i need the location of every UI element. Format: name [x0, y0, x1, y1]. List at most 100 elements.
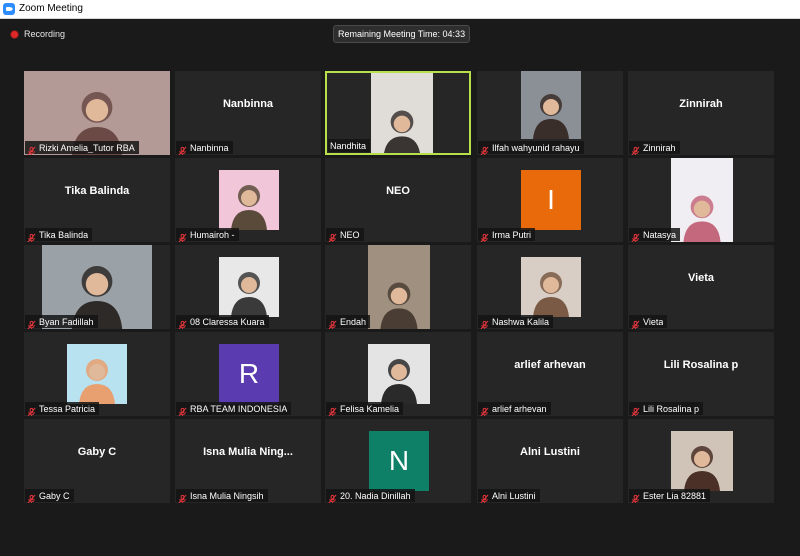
participant-name-label: Nashwa Kalila — [478, 315, 554, 329]
participant-name: Lili Rosalina p — [643, 403, 700, 414]
participant-name: Endah — [340, 316, 367, 327]
participant-tile[interactable]: Nashwa Kalila — [477, 245, 623, 329]
participant-tile[interactable]: arlief arhevan arlief arhevan — [477, 332, 623, 416]
participant-tile[interactable]: Endah — [325, 245, 471, 329]
muted-microphone-icon — [631, 491, 640, 503]
participant-name-label: Nandhita — [328, 139, 371, 152]
participant-name: Gaby C — [39, 490, 70, 501]
participant-tile[interactable]: I Irma Putri — [477, 158, 623, 242]
remaining-time-badge: Remaining Meeting Time: 04:33 — [333, 25, 471, 43]
participant-name-label: Felisa Kamelia — [326, 402, 404, 416]
participant-name-label: NEO — [326, 228, 364, 242]
participant-name-label: Isna Mulia Ningsih — [176, 489, 268, 503]
participant-tile[interactable]: Isna Mulia Ning... Isna Mulia Ningsih — [175, 419, 321, 503]
participant-name: Byan Fadillah — [39, 316, 94, 327]
participant-tile[interactable]: 08 Claressa Kuara — [175, 245, 321, 329]
participant-tile[interactable]: Natasya — [628, 158, 774, 242]
participant-name: Tika Balinda — [39, 229, 89, 240]
participant-name-label: Ester Lia 82881 — [629, 489, 711, 503]
participant-name: Irma Putri — [492, 229, 532, 240]
participant-tile[interactable]: N 20. Nadia Dinillah — [325, 419, 471, 503]
participant-tile[interactable]: Tessa Patricia — [24, 332, 170, 416]
participant-name-label: Tessa Patricia — [25, 402, 100, 416]
participant-tile[interactable]: Tika Balinda Tika Balinda — [24, 158, 170, 242]
participant-name-label: RBA TEAM INDONESIA — [176, 402, 292, 416]
muted-microphone-icon — [631, 230, 640, 242]
participant-display-name: Isna Mulia Ning... — [203, 446, 293, 458]
participant-name: 20. Nadia Dinillah — [340, 490, 411, 501]
participant-initial-avatar: I — [521, 170, 581, 230]
muted-microphone-icon — [631, 404, 640, 416]
participant-name-label: Rizki Amelia_Tutor RBA — [25, 141, 139, 155]
participant-tile[interactable]: Ilfah wahyunid rahayu — [477, 71, 623, 155]
participant-tile[interactable]: Lili Rosalina p Lili Rosalina p — [628, 332, 774, 416]
participant-tile[interactable]: R RBA TEAM INDONESIA — [175, 332, 321, 416]
participant-profile-picture — [671, 158, 733, 242]
participant-display-name: arlief arhevan — [514, 359, 586, 371]
participant-tile[interactable]: Nandhita — [325, 71, 471, 155]
participant-name-label: Ilfah wahyunid rahayu — [478, 141, 584, 155]
participant-tile[interactable]: Vieta Vieta — [628, 245, 774, 329]
participant-name: Zinnirah — [643, 142, 676, 153]
muted-microphone-icon — [27, 317, 36, 329]
participant-profile-picture — [67, 344, 127, 404]
muted-microphone-icon — [27, 491, 36, 503]
participant-name-label: Byan Fadillah — [25, 315, 98, 329]
participant-tile[interactable]: Byan Fadillah — [24, 245, 170, 329]
participant-name: Vieta — [643, 316, 664, 327]
participant-video — [371, 73, 433, 153]
participant-display-name: Nanbinna — [222, 98, 274, 110]
participant-name: Nashwa Kalila — [492, 316, 550, 327]
participant-name: Tessa Patricia — [39, 403, 96, 414]
participant-tile[interactable]: Zinnirah Zinnirah — [628, 71, 774, 155]
participant-name-label: Alni Lustini — [478, 489, 540, 503]
muted-microphone-icon — [328, 491, 337, 503]
participant-name: Isna Mulia Ningsih — [190, 490, 264, 501]
participant-tile[interactable]: Gaby C Gaby C — [24, 419, 170, 503]
muted-microphone-icon — [480, 230, 489, 242]
participant-tile[interactable]: Nanbinna Nanbinna — [175, 71, 321, 155]
participant-name-label: Tika Balinda — [25, 228, 93, 242]
participant-name-label: Vieta — [629, 315, 668, 329]
muted-microphone-icon — [328, 317, 337, 329]
participant-display-name: Alni Lustini — [520, 446, 580, 458]
participant-name: NEO — [340, 229, 360, 240]
record-icon — [10, 29, 19, 39]
participant-video — [368, 245, 430, 329]
muted-microphone-icon — [328, 230, 337, 242]
participant-name-label: Humairoh - — [176, 228, 239, 242]
participant-tile[interactable]: Humairoh - — [175, 158, 321, 242]
participant-tile[interactable]: Rizki Amelia_Tutor RBA — [24, 71, 170, 155]
participant-profile-picture — [521, 257, 581, 317]
muted-microphone-icon — [178, 317, 187, 329]
participant-tile[interactable]: NEO NEO — [325, 158, 471, 242]
window-title: Zoom Meeting — [19, 3, 83, 14]
participant-name-label: Zinnirah — [629, 141, 680, 155]
muted-microphone-icon — [480, 317, 489, 329]
participant-tile[interactable]: Alni Lustini Alni Lustini — [477, 419, 623, 503]
recording-indicator[interactable]: Recording — [10, 28, 65, 40]
participant-name-label: 20. Nadia Dinillah — [326, 489, 415, 503]
muted-microphone-icon — [178, 230, 187, 242]
participant-initial-avatar: N — [369, 431, 429, 491]
participant-name: Alni Lustini — [492, 490, 536, 501]
participant-tile[interactable]: Ester Lia 82881 — [628, 419, 774, 503]
participant-name-label: Irma Putri — [478, 228, 536, 242]
title-bar: Zoom Meeting — [0, 0, 800, 19]
participant-profile-picture — [521, 71, 581, 139]
participant-profile-picture — [219, 257, 279, 317]
muted-microphone-icon — [178, 491, 187, 503]
muted-microphone-icon — [480, 404, 489, 416]
muted-microphone-icon — [27, 143, 36, 155]
participant-name-label: Gaby C — [25, 489, 74, 503]
participant-display-name: Zinnirah — [679, 98, 723, 110]
participant-name: 08 Claressa Kuara — [190, 316, 265, 327]
muted-microphone-icon — [27, 404, 36, 416]
participant-name: RBA TEAM INDONESIA — [190, 403, 288, 414]
participant-name-label: arlief arhevan — [478, 402, 551, 416]
participant-profile-picture — [671, 431, 733, 491]
participant-tile[interactable]: Felisa Kamelia — [325, 332, 471, 416]
muted-microphone-icon — [631, 143, 640, 155]
participant-name: Natasya — [643, 229, 677, 240]
participant-name-label: Endah — [326, 315, 371, 329]
